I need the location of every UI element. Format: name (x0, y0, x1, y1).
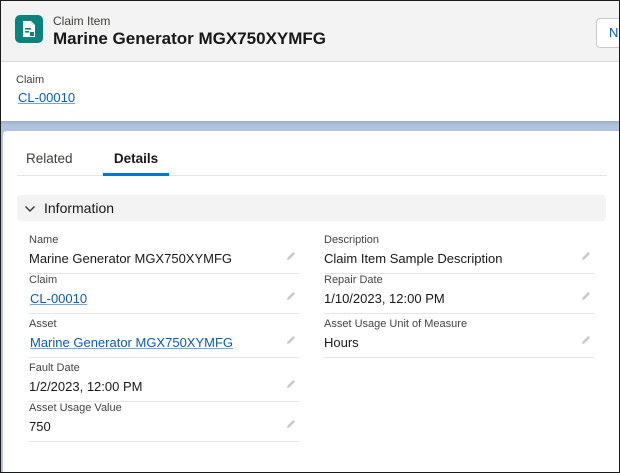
object-type-label: Claim Item (53, 14, 111, 28)
field-value: Hours (324, 335, 359, 350)
field-claim: Claim CL-00010 (29, 274, 299, 314)
record-header: Claim Item Marine Generator MGX750XYMFG … (1, 1, 619, 62)
tab-details[interactable]: Details (103, 145, 169, 176)
section-header-information[interactable]: Information (17, 195, 606, 221)
field-asset: Asset Marine Generator MGX750XYMFG (29, 318, 299, 358)
record-title: Marine Generator MGX750XYMFG (53, 29, 327, 48)
edit-pencil-icon[interactable] (285, 333, 297, 351)
edit-pencil-icon[interactable] (285, 417, 297, 435)
field-label: Asset Usage Value (29, 402, 122, 414)
edit-pencil-icon[interactable] (285, 377, 297, 395)
field-link[interactable]: Marine Generator MGX750XYMFG (30, 335, 233, 350)
highlights-panel: Claim CL-00010 (1, 62, 619, 121)
field-label: Fault Date (29, 362, 80, 374)
field-value: Claim Item Sample Description (324, 251, 503, 266)
field-label: Asset Usage Unit of Measure (324, 318, 468, 330)
details-card: Related Details Information Name Marine … (3, 131, 619, 472)
edit-pencil-icon[interactable] (580, 289, 592, 307)
field-asset-usage-value: Asset Usage Value 750 (29, 402, 299, 442)
tab-bar: Related Details (17, 145, 607, 176)
highlight-claim-label: Claim (16, 74, 45, 86)
field-label: Repair Date (324, 274, 383, 286)
highlight-claim-link[interactable]: CL-00010 (18, 90, 75, 105)
edit-pencil-icon[interactable] (285, 249, 297, 267)
tab-related[interactable]: Related (26, 145, 73, 173)
field-value: 750 (29, 419, 51, 434)
edit-pencil-icon[interactable] (580, 333, 592, 351)
field-value: 1/10/2023, 12:00 PM (324, 291, 445, 306)
field-description: Description Claim Item Sample Descriptio… (324, 234, 594, 274)
field-fault-date: Fault Date 1/2/2023, 12:00 PM (29, 362, 299, 402)
field-label: Name (29, 234, 59, 246)
claim-item-icon (15, 15, 43, 43)
app-frame: Claim Item Marine Generator MGX750XYMFG … (0, 0, 620, 473)
chevron-down-icon (24, 202, 36, 220)
section-title: Information (44, 200, 115, 216)
field-label: Asset (29, 318, 57, 330)
field-link[interactable]: CL-00010 (30, 291, 87, 306)
field-label: Claim (29, 274, 58, 286)
new-button[interactable]: New (596, 18, 619, 48)
field-asset-usage-unit: Asset Usage Unit of Measure Hours (324, 318, 594, 358)
edit-pencil-icon[interactable] (285, 289, 297, 307)
field-value: 1/2/2023, 12:00 PM (29, 379, 143, 394)
field-label: Description (324, 234, 380, 246)
field-repair-date: Repair Date 1/10/2023, 12:00 PM (324, 274, 594, 314)
field-value: Marine Generator MGX750XYMFG (29, 251, 233, 266)
field-name: Name Marine Generator MGX750XYMFG (29, 234, 299, 274)
edit-pencil-icon[interactable] (580, 249, 592, 267)
